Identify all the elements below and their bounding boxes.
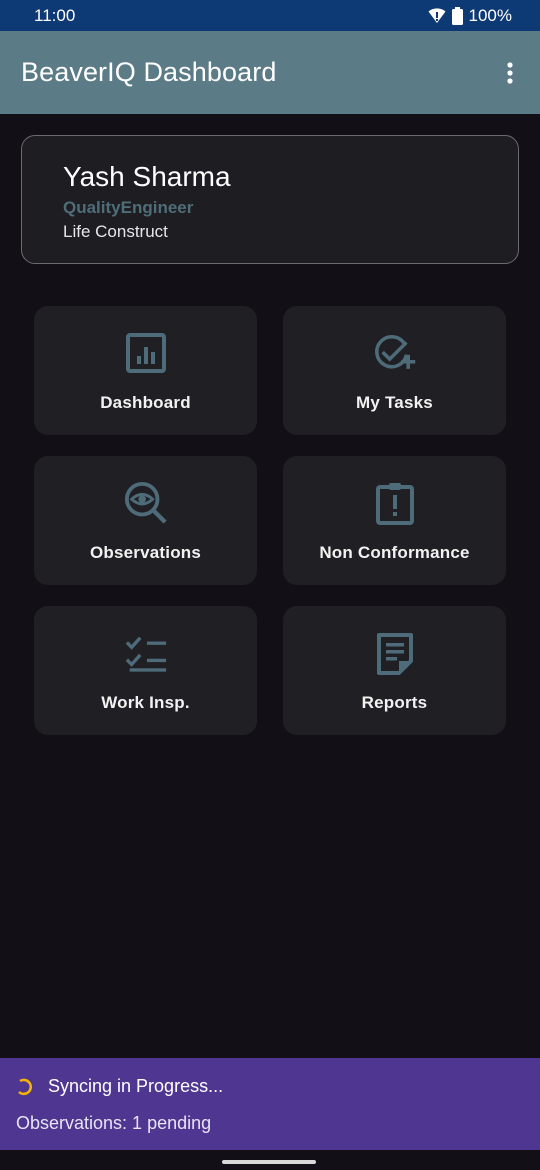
app-title: BeaverIQ Dashboard bbox=[21, 57, 277, 87]
home-indicator[interactable] bbox=[222, 1160, 316, 1164]
status-icons: 100% bbox=[428, 6, 512, 26]
checklist-icon bbox=[124, 631, 168, 675]
tile-label: Reports bbox=[361, 693, 428, 712]
tile-dashboard[interactable]: Dashboard bbox=[34, 306, 257, 435]
sync-detail: Observations: 1 pending bbox=[16, 1113, 212, 1133]
tile-non-conformance[interactable]: Non Conformance bbox=[283, 456, 506, 585]
tile-reports[interactable]: Reports bbox=[283, 606, 506, 735]
more-options-button[interactable] bbox=[498, 53, 522, 93]
task-add-icon bbox=[373, 331, 417, 375]
clipboard-alert-icon bbox=[373, 481, 417, 525]
tile-label: Dashboard bbox=[100, 393, 191, 412]
app-bar: BeaverIQ Dashboard bbox=[0, 31, 540, 114]
profile-company: Life Construct bbox=[63, 222, 168, 241]
more-vert-icon bbox=[507, 61, 513, 84]
battery-percent: 100% bbox=[468, 5, 512, 25]
tile-label: Non Conformance bbox=[319, 543, 470, 562]
profile-name: Yash Sharma bbox=[63, 161, 231, 192]
sync-title: Syncing in Progress... bbox=[48, 1076, 224, 1096]
status-bar: 11:00 100% bbox=[0, 0, 540, 31]
status-time: 11:00 bbox=[34, 5, 76, 25]
tile-label: Work Insp. bbox=[101, 693, 190, 712]
analytics-icon bbox=[124, 331, 168, 375]
spinner-icon bbox=[18, 1078, 33, 1095]
battery-icon bbox=[451, 6, 463, 25]
tile-work-inspection[interactable]: Work Insp. bbox=[34, 606, 257, 735]
observe-icon bbox=[124, 481, 168, 525]
wifi-icon bbox=[428, 7, 446, 23]
tile-my-tasks[interactable]: My Tasks bbox=[283, 306, 506, 435]
profile-card[interactable]: Yash Sharma QualityEngineer Life Constru… bbox=[21, 135, 519, 264]
report-icon bbox=[373, 631, 417, 675]
sync-status-bar: Syncing in Progress... Observations: 1 p… bbox=[0, 1058, 540, 1150]
tile-observations[interactable]: Observations bbox=[34, 456, 257, 585]
tile-label: Observations bbox=[89, 543, 202, 562]
profile-role: QualityEngineer bbox=[63, 198, 194, 217]
tile-label: My Tasks bbox=[356, 393, 433, 412]
sync-row: Syncing in Progress... bbox=[16, 1076, 540, 1097]
